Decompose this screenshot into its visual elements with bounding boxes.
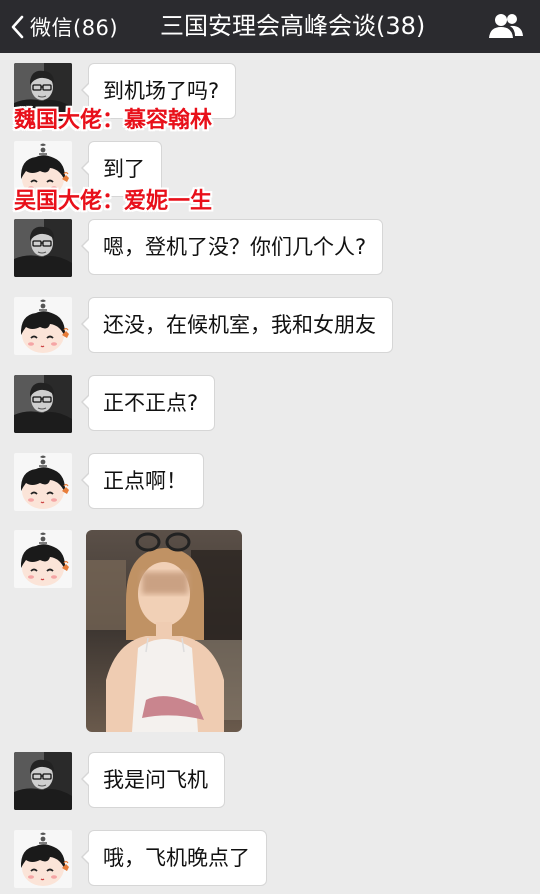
- message-bubble[interactable]: 我是问飞机: [81, 752, 225, 808]
- avatar-wu[interactable]: [14, 530, 72, 588]
- avatar-wei[interactable]: [14, 219, 72, 277]
- selfie-photo: [86, 530, 242, 732]
- chevron-left-icon: [10, 15, 24, 39]
- message-bubble[interactable]: 嗯，登机了没？你们几个人?: [80, 219, 384, 275]
- image-message[interactable]: [86, 530, 242, 732]
- avatar-wu[interactable]: [14, 453, 72, 511]
- chat-title: 三国安理会高峰会谈(38): [160, 12, 426, 40]
- back-button[interactable]: 微信(86): [10, 0, 118, 53]
- avatar-wu[interactable]: [14, 297, 72, 355]
- back-label: 微信(86): [30, 15, 119, 40]
- avatar-wei[interactable]: [14, 375, 72, 433]
- caption-wu: 吴国大佬：爱妮一生: [14, 189, 213, 214]
- chat-header: 微信(86) 三国安理会高峰会谈(38): [0, 0, 540, 53]
- caption-wei: 魏国大佬：慕容翰林: [14, 108, 213, 133]
- message-bubble[interactable]: 正点啊！: [81, 453, 204, 509]
- message-bubble[interactable]: 哦，飞机晚点了: [81, 830, 267, 886]
- message-bubble[interactable]: 正不正点?: [80, 375, 216, 431]
- avatar-wei[interactable]: [14, 752, 72, 810]
- group-members-icon[interactable]: [488, 10, 524, 42]
- avatar-wu[interactable]: [14, 830, 72, 888]
- message-bubble[interactable]: 还没，在候机室，我和女朋友: [81, 297, 393, 353]
